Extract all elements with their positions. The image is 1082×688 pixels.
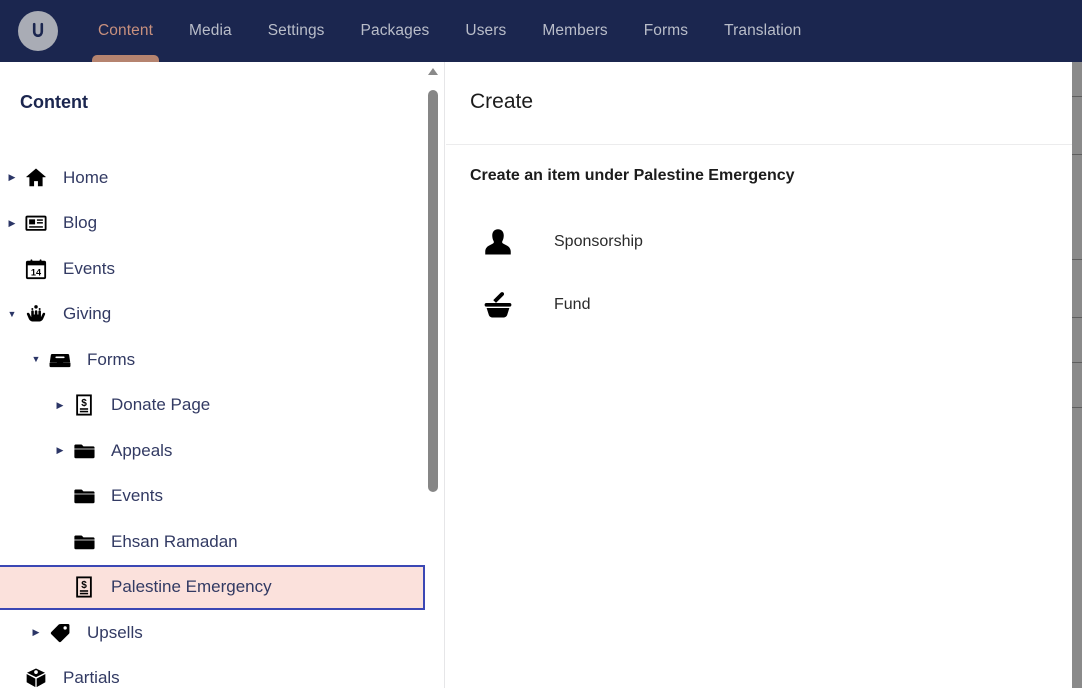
tree-item-label: Donate Page [111,395,211,415]
tree-item-ehsan-ramadan[interactable]: Ehsan Ramadan [0,519,425,565]
tree-item-events[interactable]: Events [0,474,425,520]
nav-item-label: Media [189,22,232,39]
sidebar-scrollbar[interactable] [425,62,441,688]
tree-item-label: Palestine Emergency [111,577,272,597]
nav-item-label: Packages [360,22,430,39]
nav-item-members[interactable]: Members [524,0,625,62]
tree-item-partials[interactable]: Partials [0,656,425,688]
package-icon [21,667,51,688]
money-doc-icon: $ [69,576,99,598]
tree-item-label: Events [111,486,163,506]
nav-item-content[interactable]: Content [80,0,171,62]
tree-item-label: Events [63,258,115,278]
sidebar-title: Content [20,92,88,112]
content-tree: Home Blog 14 Events Giving Forms $ Donate Page A… [0,155,425,688]
top-navbar: Content Media Settings Packages Users Members… [0,0,1082,62]
create-option-label: Sponsorship [554,232,643,250]
right-edge-panel[interactable] [1072,62,1082,688]
nav-item-label: Content [98,22,153,39]
page-title: Create [470,90,534,113]
create-option-fund[interactable]: Fund [446,273,1072,336]
create-panel-header: Create [446,62,1072,145]
calendar-icon: 14 [21,258,51,280]
tree-item-palestine-emergency[interactable]: $ Palestine Emergency [0,564,425,610]
umbraco-backoffice: Content Media Settings Packages Users Members… [0,0,1082,688]
tree-item-label: Forms [87,349,136,369]
nav-item-label: Users [465,22,507,39]
person-icon [470,227,526,257]
folder-icon [69,485,99,507]
nav-item-label: Settings [267,22,325,39]
active-tab-indicator [92,55,159,62]
sidebar-scroll-up-arrow[interactable] [428,68,438,75]
chevron-down-icon[interactable] [27,355,45,364]
nav-item-label: Translation [724,22,802,39]
tree-item-giving[interactable]: Giving [0,292,425,338]
chevron-right-icon[interactable] [51,446,69,455]
chevron-right-icon[interactable] [3,173,21,182]
nav-item-settings[interactable]: Settings [250,0,343,62]
svg-text:$: $ [81,398,87,409]
nav-item-label: Members [542,22,608,39]
create-panel-subtitle: Create an item under Palestine Emergency [470,167,795,184]
money-doc-icon: $ [69,394,99,416]
sidebar-scroll-thumb[interactable] [428,90,438,492]
nav-item-users[interactable]: Users [447,0,524,62]
create-option-sponsorship[interactable]: Sponsorship [446,210,1072,273]
tree-item-label: Ehsan Ramadan [111,531,238,551]
giving-icon [21,303,51,325]
nav-item-media[interactable]: Media [171,0,250,62]
create-options-list: Sponsorship Fund [446,210,1072,336]
chevron-right-icon[interactable] [51,401,69,410]
umbraco-logo[interactable] [18,11,58,51]
svg-text:14: 14 [31,267,42,277]
chevron-right-icon[interactable] [27,628,45,637]
tree-item-label: Home [63,167,109,187]
tree-item-label: Blog [63,213,98,233]
nav-item-label: Forms [643,22,689,39]
tag-icon [45,622,75,644]
nav-item-translation[interactable]: Translation [706,0,819,62]
mortar-pestle-icon [470,290,526,320]
inbox-icon [45,349,75,371]
tree-item-label: Appeals [111,440,173,460]
tree-item-label: Partials [63,668,120,688]
tree-item-label: Upsells [87,622,143,642]
tree-item-upsells[interactable]: Upsells [0,610,425,656]
tree-item-forms[interactable]: Forms [0,337,425,383]
tree-item-blog[interactable]: Blog [0,201,425,247]
folder-icon [69,531,99,553]
tree-item-appeals[interactable]: Appeals [0,428,425,474]
chevron-down-icon[interactable] [3,310,21,319]
content-sidebar: Content Home Blog 14 Events Giving Forms $ Dona… [0,62,445,688]
home-icon [21,167,51,189]
tree-item-events[interactable]: 14 Events [0,246,425,292]
create-panel: Create Create an item under Palestine Em… [446,62,1072,688]
navbar-items: Content Media Settings Packages Users Members… [80,0,819,62]
folder-icon [69,440,99,462]
tree-item-label: Giving [63,304,112,324]
nav-item-forms[interactable]: Forms [626,0,706,62]
nav-item-packages[interactable]: Packages [343,0,448,62]
create-option-label: Fund [554,295,591,313]
blog-icon [21,212,51,234]
tree-item-donate-page[interactable]: $ Donate Page [0,383,425,429]
tree-item-home[interactable]: Home [0,155,425,201]
chevron-right-icon[interactable] [3,219,21,228]
svg-text:$: $ [81,580,87,591]
